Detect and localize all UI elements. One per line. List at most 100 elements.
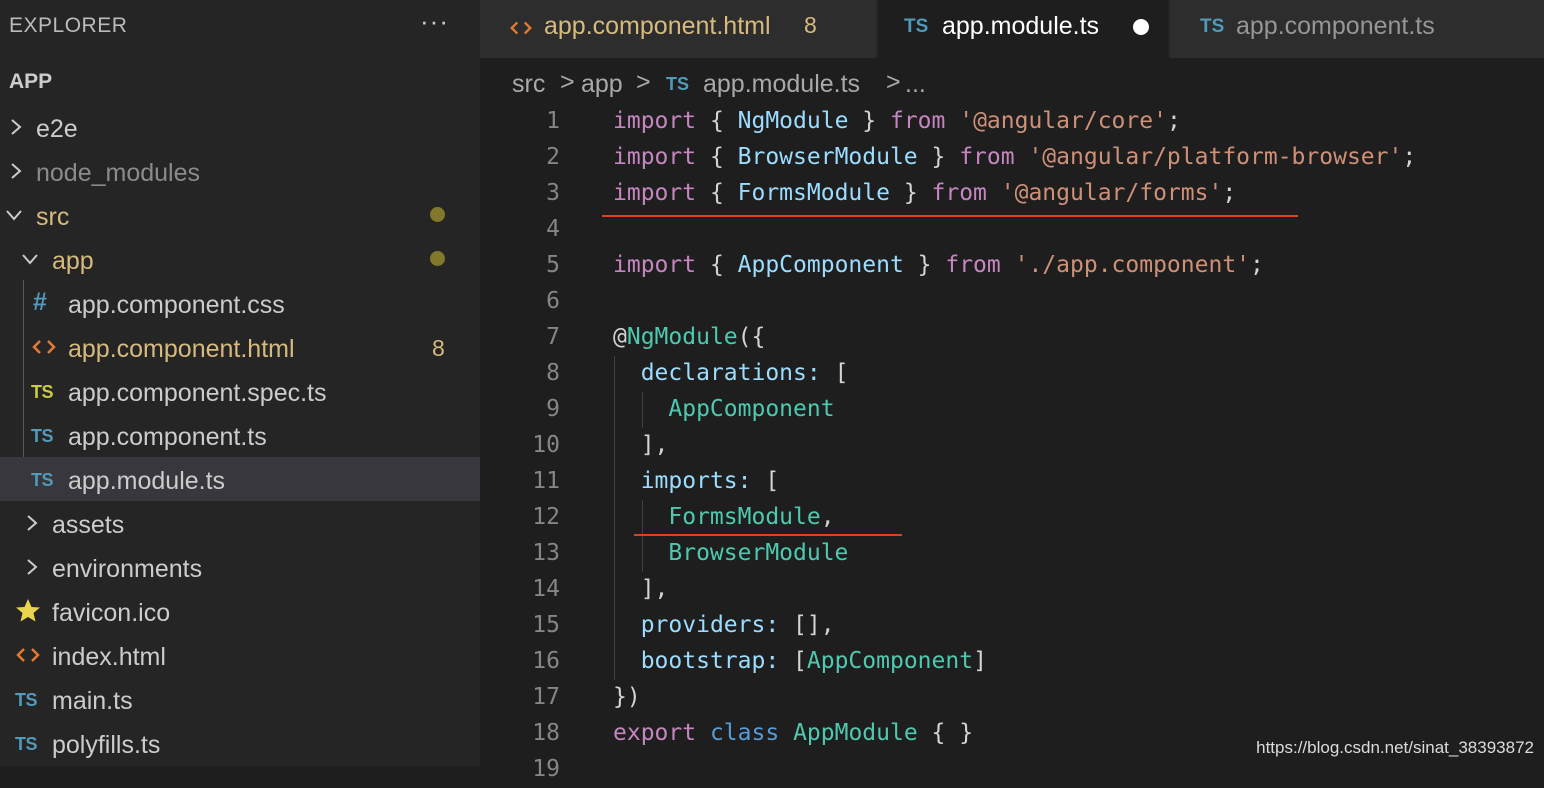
- tree-item-app-component-spec-ts[interactable]: TS app.component.spec.ts: [0, 369, 480, 413]
- code-line[interactable]: 3 import { FormsModule } from '@angular/f…: [480, 176, 1544, 212]
- tree-item-app-component-ts[interactable]: TS app.component.ts: [0, 413, 480, 457]
- code-text: imports: [: [613, 468, 780, 494]
- code-line[interactable]: 10 ],: [480, 428, 1544, 464]
- code-token: {: [696, 144, 738, 170]
- code-line[interactable]: 1 import { NgModule } from '@angular/core…: [480, 104, 1544, 140]
- code-token: {: [696, 108, 738, 134]
- breadcrumb-item[interactable]: ...: [905, 70, 926, 99]
- code-token: BrowserModule: [668, 540, 849, 566]
- line-number: 9: [546, 396, 560, 422]
- ts-file-icon: TS: [15, 690, 38, 710]
- code-line[interactable]: 6: [480, 284, 1544, 320]
- tree-item-label: app: [52, 247, 94, 275]
- tab-app-component-ts[interactable]: TS app.component.ts: [1170, 0, 1544, 58]
- unsaved-dot-icon[interactable]: [1133, 19, 1149, 35]
- more-actions-icon[interactable]: ···: [420, 6, 449, 37]
- tree-item-main-ts[interactable]: TS main.ts: [0, 677, 480, 721]
- code-line[interactable]: 13 BrowserModule: [480, 536, 1544, 572]
- code-text: providers: [],: [613, 612, 835, 638]
- code-line[interactable]: 9 AppComponent: [480, 392, 1544, 428]
- code-text: }): [613, 684, 641, 710]
- code-text: bootstrap: [AppComponent]: [613, 648, 987, 674]
- code-editor[interactable]: 1 import { NgModule } from '@angular/core…: [480, 104, 1544, 782]
- star-icon: [16, 599, 40, 622]
- code-token: bootstrap: [640, 648, 766, 674]
- code-text: declarations: [: [613, 360, 849, 386]
- tree-item-app-module-ts[interactable]: TS app.module.ts: [0, 457, 480, 501]
- line-number: 6: [546, 288, 560, 314]
- tree-item-environments[interactable]: environments: [0, 545, 480, 589]
- code-token: [: [779, 648, 807, 674]
- tab-app-component-html[interactable]: app.component.html 8: [480, 0, 876, 58]
- code-token: FormsModule: [737, 180, 890, 206]
- tree-item-app[interactable]: app: [0, 237, 480, 281]
- code-line[interactable]: 7 @NgModule({: [480, 320, 1544, 356]
- line-number: 17: [532, 684, 560, 710]
- modified-dot-icon: [430, 251, 445, 266]
- problems-count-badge: 8: [804, 12, 817, 38]
- code-text: import { AppComponent } from './app.comp…: [613, 252, 1264, 278]
- line-number: 8: [546, 360, 560, 386]
- code-line[interactable]: 11 imports: [: [480, 464, 1544, 500]
- code-token: import: [613, 108, 697, 134]
- code-line[interactable]: 12 FormsModule,: [480, 500, 1544, 536]
- tab-app-module-ts[interactable]: TS app.module.ts: [878, 0, 1168, 58]
- breadcrumb-item[interactable]: app.module.ts: [703, 70, 860, 99]
- code-token: :: [765, 612, 780, 638]
- tree-item-label: app.module.ts: [68, 467, 226, 495]
- code-line[interactable]: 2 import { BrowserModule } from '@angular…: [480, 140, 1544, 176]
- code-line[interactable]: 4: [480, 212, 1544, 248]
- ts-file-icon: TS: [904, 16, 929, 37]
- chevron-down-icon: [6, 210, 22, 221]
- line-number: 14: [532, 576, 560, 602]
- tree-item-app-component-html[interactable]: app.component.html 8: [0, 325, 480, 369]
- code-token: ;: [1250, 252, 1264, 278]
- code-line[interactable]: 17}): [480, 680, 1544, 716]
- tree-item-app-component-css[interactable]: # app.component.css: [0, 281, 480, 325]
- code-token: }: [848, 108, 890, 134]
- code-line[interactable]: 5 import { AppComponent } from './app.com…: [480, 248, 1544, 284]
- code-line[interactable]: 16 bootstrap: [AppComponent]: [480, 644, 1544, 680]
- code-text: ],: [613, 576, 669, 602]
- breadcrumb-item[interactable]: app: [581, 70, 623, 99]
- line-number: 12: [532, 504, 560, 530]
- code-token: from: [959, 144, 1015, 170]
- breadcrumb-separator: >: [636, 68, 651, 96]
- tree-item-label: environments: [52, 555, 203, 583]
- code-token: AppComponent: [737, 252, 904, 278]
- explorer-title: EXPLORER: [9, 14, 128, 37]
- tree-item-assets[interactable]: assets: [0, 501, 480, 545]
- tree-item-label: index.html: [52, 643, 166, 671]
- code-token: }: [917, 144, 960, 170]
- code-token: ;: [1166, 108, 1181, 134]
- project-title[interactable]: APP: [9, 70, 52, 94]
- code-token: AppComponent: [806, 648, 974, 674]
- tree-item-node-modules[interactable]: node_modules: [0, 149, 480, 193]
- code-token: NgModule: [737, 108, 849, 134]
- code-line[interactable]: 14 ],: [480, 572, 1544, 608]
- breadcrumb-item[interactable]: src: [512, 70, 545, 99]
- tree-item-e2e[interactable]: e2e: [0, 105, 480, 149]
- code-token: './app.component': [1014, 252, 1251, 278]
- code-token: BrowserModule: [737, 144, 918, 170]
- tree-item-index-html[interactable]: index.html: [0, 633, 480, 677]
- code-token: import: [613, 252, 697, 278]
- code-token: import: [613, 180, 697, 206]
- tree-item-favicon[interactable]: favicon.ico: [0, 589, 480, 633]
- tree-item-src[interactable]: src: [0, 193, 480, 237]
- code-line[interactable]: 15 providers: [],: [480, 608, 1544, 644]
- code-token: ,: [820, 504, 835, 530]
- line-number: 1: [546, 108, 560, 134]
- code-token: ],: [613, 576, 669, 602]
- code-text: ],: [613, 432, 669, 458]
- tree-item-polyfills-ts[interactable]: TS polyfills.ts: [0, 721, 480, 765]
- code-token: providers: [640, 612, 766, 638]
- code-line[interactable]: 8 declarations: [: [480, 356, 1544, 392]
- line-number: 11: [532, 468, 560, 494]
- code-token: FormsModule: [668, 504, 821, 530]
- explorer-sidebar: EXPLORER ··· APP e2e node_modules src ap…: [0, 0, 480, 766]
